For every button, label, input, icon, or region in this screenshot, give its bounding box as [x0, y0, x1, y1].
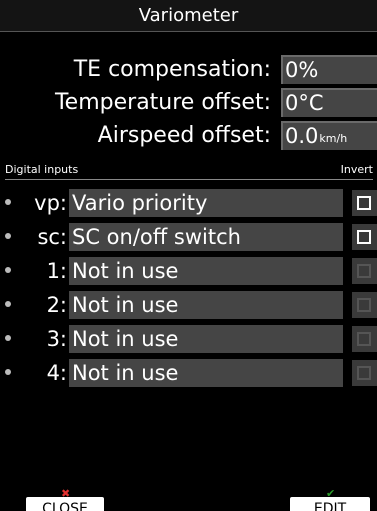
checkbox-icon	[357, 298, 371, 312]
input-row-sc: sc: SC on/off switch	[0, 222, 377, 252]
invert-checkbox	[352, 360, 377, 386]
bullet-icon	[5, 199, 11, 205]
bullet-icon	[5, 233, 11, 239]
page-title: Variometer	[138, 5, 239, 26]
airspeed-offset-setting: Airspeed offset: 0.0km/h	[0, 119, 377, 152]
temperature-offset-value: 0°C	[285, 91, 324, 115]
te-compensation-field[interactable]: 0%	[281, 55, 377, 84]
temperature-offset-field[interactable]: 0°C	[281, 88, 377, 117]
input-row-2: 2: Not in use	[0, 290, 377, 320]
input-row-1: 1: Not in use	[0, 256, 377, 286]
bullet-icon	[5, 335, 11, 341]
input-code: 3:	[46, 327, 67, 351]
edit-button[interactable]: ✔ EDIT	[290, 488, 370, 511]
airspeed-offset-value: 0.0	[285, 124, 319, 148]
input-function-field[interactable]: Not in use	[69, 325, 343, 353]
te-compensation-value: 0%	[285, 58, 319, 82]
input-function-value: Vario priority	[72, 191, 208, 215]
checkbox-icon	[357, 366, 371, 380]
te-compensation-setting: TE compensation: 0%	[0, 53, 377, 86]
input-function-field[interactable]: Not in use	[69, 291, 343, 319]
close-button[interactable]: ✖ CLOSE	[26, 488, 104, 511]
input-code: 2:	[46, 293, 67, 317]
invert-checkbox[interactable]	[352, 224, 377, 250]
invert-checkbox	[352, 258, 377, 284]
temperature-offset-setting: Temperature offset: 0°C	[0, 86, 377, 119]
input-function-field[interactable]: Not in use	[69, 359, 343, 387]
bullet-icon	[5, 267, 11, 273]
close-x-icon: ✖	[61, 487, 71, 500]
bullet-icon	[5, 369, 11, 375]
input-code: 4:	[46, 361, 67, 385]
input-function-field[interactable]: Not in use	[69, 257, 343, 285]
input-code: vp:	[34, 191, 67, 215]
input-code: sc:	[37, 225, 67, 249]
invert-checkbox	[352, 326, 377, 352]
invert-checkbox	[352, 292, 377, 318]
input-row-3: 3: Not in use	[0, 324, 377, 354]
airspeed-offset-unit: km/h	[319, 132, 348, 145]
bullet-icon	[5, 301, 11, 307]
checkbox-icon	[357, 196, 371, 210]
input-function-value: Not in use	[72, 361, 179, 385]
input-function-field[interactable]: Vario priority	[69, 189, 343, 217]
temperature-offset-label: Temperature offset:	[54, 90, 271, 115]
digital-inputs-header: Digital inputs Invert	[5, 163, 373, 180]
airspeed-offset-label: Airspeed offset:	[97, 123, 271, 148]
invert-checkbox[interactable]	[352, 190, 377, 216]
checkmark-icon: ✔	[326, 487, 336, 500]
te-compensation-label: TE compensation:	[73, 57, 271, 82]
checkbox-icon	[357, 264, 371, 278]
input-code: 1:	[46, 259, 67, 283]
input-function-value: SC on/off switch	[72, 225, 241, 249]
title-bar: Variometer	[0, 0, 377, 32]
checkbox-icon	[357, 230, 371, 244]
input-function-value: Not in use	[72, 293, 179, 317]
input-function-value: Not in use	[72, 327, 179, 351]
input-row-4: 4: Not in use	[0, 358, 377, 388]
input-function-field[interactable]: SC on/off switch	[69, 223, 343, 251]
input-row-vp: vp: Vario priority	[0, 188, 377, 218]
airspeed-offset-field[interactable]: 0.0km/h	[281, 121, 377, 150]
digital-inputs-label: Digital inputs	[5, 163, 79, 176]
checkbox-icon	[357, 332, 371, 346]
invert-column-label: Invert	[340, 163, 373, 176]
input-function-value: Not in use	[72, 259, 179, 283]
